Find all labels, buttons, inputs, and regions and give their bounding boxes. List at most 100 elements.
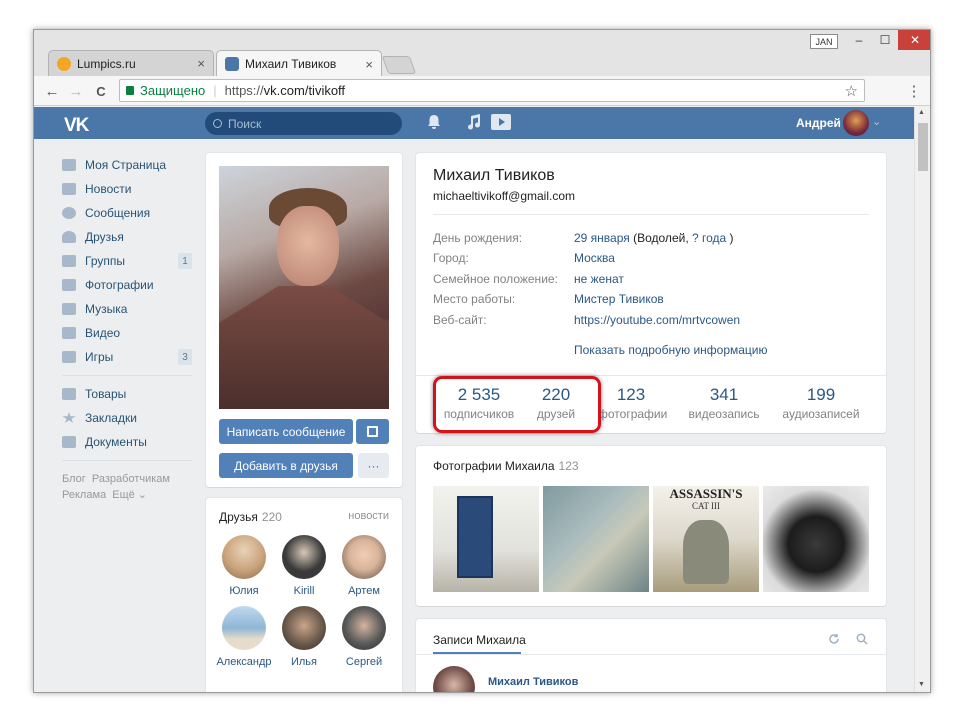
footer-more-link[interactable]: Ещё ⌄ <box>112 489 147 501</box>
tab-vk-profile[interactable]: Михаил Тивиков × <box>216 50 382 77</box>
show-more-info-link[interactable]: Показать подробную информацию <box>574 343 768 357</box>
nav-label: Игры <box>85 350 114 364</box>
friend-item[interactable]: Kirill <box>274 535 334 597</box>
friend-item[interactable]: Артем <box>334 535 394 597</box>
close-window-button[interactable]: ✕ <box>898 30 930 50</box>
nav-groups[interactable]: Группы 1 <box>62 249 192 273</box>
birth-year-link[interactable]: ? года <box>692 231 726 245</box>
footer-blog-link[interactable]: Блог <box>62 473 86 485</box>
address-bar[interactable]: Защищено | https://vk.com/tivikoff ☆ <box>119 79 865 102</box>
info-key: Место работы: <box>433 292 516 306</box>
bell-icon[interactable] <box>427 114 441 133</box>
write-message-button[interactable]: Написать сообщение <box>219 419 353 444</box>
avatar-cloak <box>219 286 389 409</box>
scroll-up-arrow[interactable]: ▲ <box>918 109 925 116</box>
nav-messages[interactable]: Сообщения <box>62 201 192 225</box>
nav-goods[interactable]: Товары <box>62 382 192 406</box>
avatar-face <box>277 206 339 286</box>
profile-badge[interactable]: JAN <box>810 34 838 49</box>
nav-news[interactable]: Новости <box>62 177 192 201</box>
more-actions-button[interactable]: ··· <box>358 453 389 478</box>
title-bar: Lumpics.ru × Михаил Тивиков × JAN – ☐ ✕ <box>34 30 930 77</box>
info-key: Веб-сайт: <box>433 313 487 327</box>
search-input[interactable]: Поиск <box>205 112 402 135</box>
footer-developers-link[interactable]: Разработчикам <box>92 473 170 485</box>
nav-friends[interactable]: Друзья <box>62 225 192 249</box>
header-avatar[interactable] <box>843 110 869 136</box>
browser-menu-icon[interactable]: ⋮ <box>904 81 924 101</box>
scroll-thumb[interactable] <box>918 123 928 171</box>
search-icon[interactable] <box>856 633 868 648</box>
bookmark-star-icon[interactable]: ☆ <box>845 82 858 100</box>
relationship-link[interactable]: не женат <box>574 272 624 292</box>
zodiac-link[interactable]: Водолей <box>637 231 685 245</box>
chevron-down-icon[interactable]: ⌄ <box>872 115 881 128</box>
add-friend-button[interactable]: Добавить в друзья <box>219 453 353 478</box>
friends-title[interactable]: Друзья 220 <box>219 510 282 524</box>
nav-my-page[interactable]: Моя Страница <box>62 153 192 177</box>
url-text[interactable]: https://vk.com/tivikoff <box>225 83 345 98</box>
nav-bookmarks[interactable]: Закладки <box>62 406 192 430</box>
friend-item[interactable]: Юлия <box>214 535 274 597</box>
tab-lumpics[interactable]: Lumpics.ru × <box>48 50 214 76</box>
profile-info-card: Михаил Тивиков michaeltivikoff@gmail.com… <box>416 153 886 433</box>
friend-avatar <box>282 606 326 650</box>
nav-video[interactable]: Видео <box>62 321 192 345</box>
vk-header: VK Поиск Андрей ⌄ <box>34 107 914 139</box>
friends-news-link[interactable]: новости <box>348 510 389 522</box>
counter-audio[interactable]: 199 аудиозаписей <box>782 385 860 421</box>
counter-value: 199 <box>806 385 836 404</box>
back-button[interactable]: ← <box>42 81 62 101</box>
post-author-name[interactable]: Михаил Тивиков <box>488 676 578 688</box>
play-icon[interactable] <box>491 114 511 133</box>
photos-title[interactable]: Фотографии Михаила 123 <box>433 459 579 473</box>
tab-close-icon[interactable]: × <box>197 56 205 71</box>
nav-music[interactable]: Музыка <box>62 297 192 321</box>
vk-logo[interactable]: VK <box>64 115 89 137</box>
header-user-name[interactable]: Андрей <box>796 116 841 130</box>
work-link[interactable]: Мистер Тивиков <box>574 292 664 312</box>
friend-name: Kirill <box>293 585 315 597</box>
refresh-icon[interactable] <box>828 633 840 648</box>
profile-avatar[interactable] <box>219 166 389 409</box>
counter-label: видеозапись <box>688 407 760 421</box>
posts-tab[interactable]: Записи Михаила <box>433 633 526 647</box>
birthday-date-link[interactable]: 29 января <box>574 231 630 245</box>
music-icon[interactable] <box>467 114 481 133</box>
friend-item[interactable]: Илья <box>274 606 334 668</box>
friend-name: Илья <box>290 656 317 668</box>
website-link[interactable]: https://youtube.com/mrtvcowen <box>574 313 740 333</box>
nav-games[interactable]: Игры 3 <box>62 345 192 369</box>
home-icon <box>62 159 76 171</box>
page-scrollbar[interactable]: ▲ ▼ <box>914 107 930 692</box>
new-tab-button[interactable] <box>381 56 417 74</box>
friend-name: Юлия <box>229 585 259 597</box>
star-icon <box>62 412 76 423</box>
nav-divider <box>62 460 192 461</box>
photo-thumb-assassins-cat[interactable]: ASSASSIN'S CAT III <box>653 486 759 592</box>
reload-button[interactable]: C <box>91 81 111 101</box>
secure-indicator[interactable]: Защищено <box>120 83 205 98</box>
omnibox-separator: | <box>213 83 217 98</box>
photo-thumb-glass[interactable] <box>543 486 649 592</box>
maximize-button[interactable]: ☐ <box>872 30 898 50</box>
footer-ads-link[interactable]: Реклама <box>62 489 106 501</box>
counter-photos[interactable]: 123 фотографии <box>598 385 667 421</box>
photo-thumb-camera[interactable] <box>763 486 869 592</box>
scroll-down-arrow[interactable]: ▼ <box>918 681 925 688</box>
gift-button[interactable] <box>356 419 389 444</box>
page-viewport: VK Поиск Андрей ⌄ Моя Страница Новости С… <box>34 107 914 692</box>
city-link[interactable]: Москва <box>574 251 615 271</box>
minimize-button[interactable]: – <box>846 30 872 50</box>
friend-item[interactable]: Сергей <box>334 606 394 668</box>
nav-documents[interactable]: Документы <box>62 430 192 454</box>
friends-card: Друзья 220 новости Юлия Kirill Артем Алек… <box>206 498 402 692</box>
counter-videos[interactable]: 341 видеозапись <box>686 385 762 421</box>
photo-thumb-tardis[interactable] <box>433 486 539 592</box>
forward-button[interactable]: → <box>66 81 86 101</box>
friend-item[interactable]: Александр <box>214 606 274 668</box>
tab-close-icon[interactable]: × <box>365 57 373 72</box>
photos-title-text: Фотографии Михаила <box>433 459 555 473</box>
post-author-avatar[interactable] <box>433 666 475 692</box>
nav-photos[interactable]: Фотографии <box>62 273 192 297</box>
